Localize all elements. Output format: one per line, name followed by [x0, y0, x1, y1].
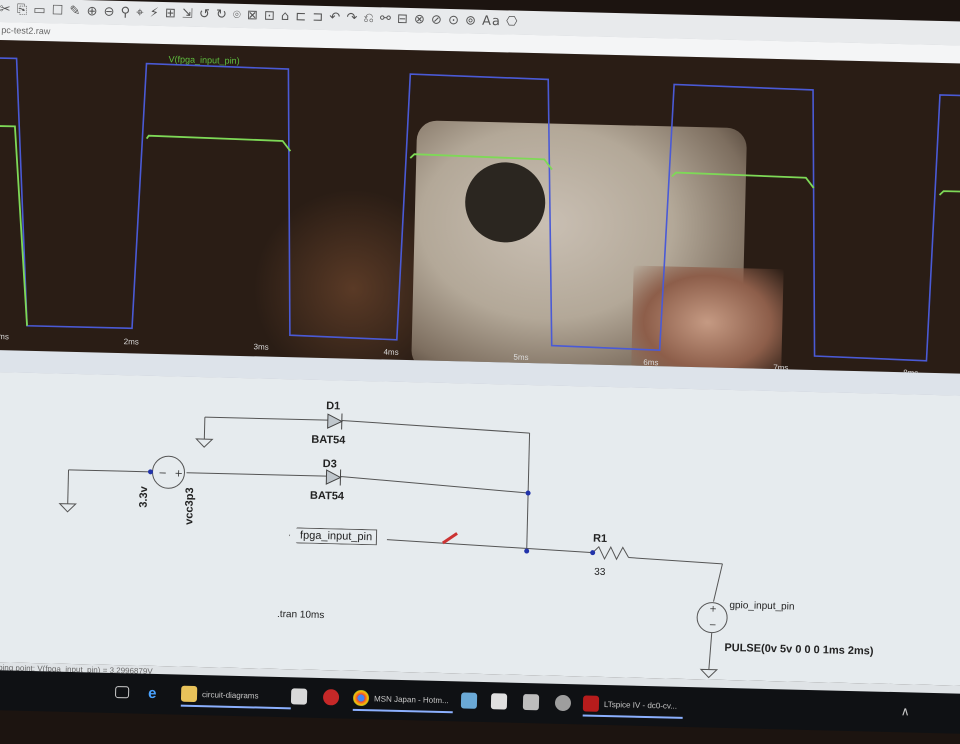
- calculator-icon: [523, 694, 539, 710]
- x-tick-1ms: 1ms: [0, 332, 9, 341]
- chrome-icon: [353, 690, 369, 706]
- app-button-4[interactable]: [555, 692, 577, 715]
- app-icon: [323, 689, 339, 705]
- v1-name[interactable]: vcc3p3: [183, 487, 196, 525]
- net-label-fpga-input-pin[interactable]: fpga_input_pin: [289, 527, 378, 545]
- d1-ref[interactable]: D1: [326, 400, 340, 412]
- d3-ref[interactable]: D3: [323, 458, 337, 470]
- x-tick-5ms: 5ms: [513, 353, 528, 362]
- chevron-up-icon: ∧: [901, 704, 910, 718]
- taskbar-item-label: circuit-diagrams: [202, 690, 259, 700]
- taskbar-item-circuit-diagrams[interactable]: circuit-diagrams: [181, 683, 292, 710]
- folder-icon: [181, 686, 197, 702]
- taskbar-item-msn[interactable]: MSN Japan - Hotm...: [353, 687, 454, 713]
- v1-value[interactable]: 3.3v: [138, 486, 151, 508]
- r1-ref[interactable]: R1: [593, 533, 607, 545]
- window-title[interactable]: pc-test2.raw: [1, 25, 50, 36]
- svg-text:−: −: [158, 468, 167, 479]
- x-tick-3ms: 3ms: [253, 342, 268, 351]
- screen: ✂ ⎘ ▭ ☐ ✎ ⊕ ⊖ ⚲ ⌖ ⚡ ⊞ ⇲ ↺ ↻ ⌾ ⊠ ⊡ ⌂ ⊏ ⊐ …: [0, 0, 960, 743]
- svg-text:+: +: [709, 605, 717, 615]
- r1-value[interactable]: 33: [594, 567, 605, 578]
- trace-label: V(fpga_input_pin): [168, 54, 239, 66]
- store-icon: [291, 688, 307, 704]
- waveform-plot: [0, 40, 960, 374]
- taskbar-item-label: LTspice IV - dc0-cv...: [604, 699, 677, 710]
- trace-fpga-input-pin: [0, 126, 960, 349]
- app-button-2[interactable]: [461, 689, 483, 712]
- paint-icon: [555, 695, 571, 711]
- x-tick-4ms: 4ms: [383, 347, 398, 356]
- app-button-3[interactable]: [491, 690, 513, 713]
- edge-icon: e: [148, 685, 164, 701]
- source-name[interactable]: gpio_input_pin: [729, 600, 794, 613]
- svg-text:+: +: [174, 468, 183, 479]
- task-view-button[interactable]: [115, 681, 135, 703]
- edge-button[interactable]: e: [148, 682, 170, 705]
- d1-model[interactable]: BAT54: [311, 434, 345, 447]
- d3-model[interactable]: BAT54: [310, 490, 344, 503]
- tray-chevron[interactable]: ∧: [901, 700, 910, 722]
- svg-text:−: −: [709, 621, 717, 631]
- taskbar-item-label: MSN Japan - Hotm...: [374, 694, 449, 705]
- waveform-pane[interactable]: V(fpga_input_pin) 1ms 2ms 3ms 4ms 5ms 6m…: [0, 40, 960, 374]
- ltspice-icon: [583, 695, 599, 711]
- task-view-icon: [115, 686, 129, 698]
- calculator-button[interactable]: [523, 691, 545, 714]
- x-tick-2ms: 2ms: [124, 337, 139, 346]
- store-button[interactable]: [291, 685, 313, 708]
- schematic-wires: − + + −: [0, 372, 960, 686]
- taskbar-item-ltspice[interactable]: LTspice IV - dc0-cv...: [583, 692, 684, 718]
- schematic-pane[interactable]: − + + − D1 BAT54 D3 BAT54 3.3v vcc3p3 fp…: [0, 372, 960, 686]
- network-icon: [461, 692, 477, 708]
- photos-icon: [491, 693, 507, 709]
- trace-input-pulse: [0, 58, 960, 362]
- spice-directive[interactable]: .tran 10ms: [277, 609, 325, 621]
- app-button[interactable]: [323, 686, 345, 709]
